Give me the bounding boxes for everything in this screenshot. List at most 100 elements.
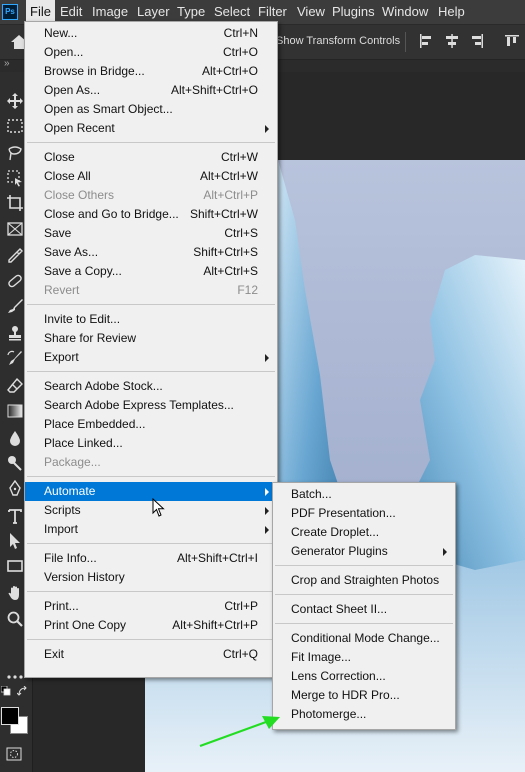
brush-icon[interactable] <box>6 297 24 315</box>
menu-item-photomerge[interactable]: Photomerge... <box>273 705 455 724</box>
type-icon[interactable] <box>6 507 24 525</box>
menu-item-create-droplet[interactable]: Create Droplet... <box>273 523 455 542</box>
zoom-icon[interactable] <box>6 610 24 628</box>
menu-item-print[interactable]: Print... Ctrl+P <box>25 597 277 616</box>
align-top-icon[interactable] <box>504 33 520 49</box>
marquee-icon[interactable] <box>6 117 24 135</box>
foreground-color-swatch[interactable] <box>1 707 19 725</box>
align-left-icon[interactable] <box>418 33 434 49</box>
align-right-icon[interactable] <box>469 33 485 49</box>
menu-item-label: Print... <box>44 599 79 613</box>
menu-item-label: Search Adobe Express Templates... <box>44 398 234 412</box>
menu-item-batch[interactable]: Batch... <box>273 485 455 504</box>
menu-item-open-recent[interactable]: Open Recent <box>25 119 277 138</box>
menu-item-conditional-mode-change[interactable]: Conditional Mode Change... <box>273 629 455 648</box>
menu-item-merge-to-hdr-pro[interactable]: Merge to HDR Pro... <box>273 686 455 705</box>
dodge-icon[interactable] <box>6 454 24 472</box>
menu-item-contact-sheet-ii[interactable]: Contact Sheet II... <box>273 600 455 619</box>
submenu-arrow-icon <box>265 125 269 133</box>
default-colors-icon[interactable] <box>1 686 11 696</box>
menu-item-search-adobe-stock[interactable]: Search Adobe Stock... <box>25 377 277 396</box>
menu-item-label: Lens Correction... <box>291 669 386 683</box>
menu-view[interactable]: View <box>293 0 329 24</box>
menu-item-place-embedded[interactable]: Place Embedded... <box>25 415 277 434</box>
menu-item-label: Version History <box>44 570 125 584</box>
menu-item-open-as[interactable]: Open As... Alt+Shift+Ctrl+O <box>25 81 277 100</box>
menu-item-open-as-smart-object[interactable]: Open as Smart Object... <box>25 100 277 119</box>
menu-item-save-a-copy[interactable]: Save a Copy... Alt+Ctrl+S <box>25 262 277 281</box>
menu-item-shortcut: Alt+Ctrl+W <box>199 169 258 183</box>
expand-chevron-icon[interactable]: » <box>4 58 10 69</box>
menu-item-close-all[interactable]: Close All Alt+Ctrl+W <box>25 167 277 186</box>
menu-help[interactable]: Help <box>434 0 469 24</box>
menu-item-pdf-presentation[interactable]: PDF Presentation... <box>273 504 455 523</box>
menu-item-label: File Info... <box>44 551 97 565</box>
menu-item-close-others: Close Others Alt+Ctrl+P <box>25 186 277 205</box>
menu-item-lens-correction[interactable]: Lens Correction... <box>273 667 455 686</box>
menu-item-label: Contact Sheet II... <box>291 602 388 616</box>
menu-item-label: Scripts <box>44 503 81 517</box>
lasso-icon[interactable] <box>6 144 24 162</box>
menu-item-save[interactable]: Save Ctrl+S <box>25 224 277 243</box>
menu-plugins[interactable]: Plugins <box>328 0 379 24</box>
menu-item-save-as[interactable]: Save As... Shift+Ctrl+S <box>25 243 277 262</box>
menu-item-print-one-copy[interactable]: Print One Copy Alt+Shift+Ctrl+P <box>25 616 277 635</box>
frame-icon[interactable] <box>6 220 24 238</box>
menu-item-search-adobe-express-templates[interactable]: Search Adobe Express Templates... <box>25 396 277 415</box>
path-select-icon[interactable] <box>6 532 24 550</box>
menu-item-package: Package... <box>25 453 277 472</box>
menu-item-close-and-go-to-bridge[interactable]: Close and Go to Bridge... Shift+Ctrl+W <box>25 205 277 224</box>
menu-item-shortcut: Shift+Ctrl+S <box>193 245 258 259</box>
menu-item-close[interactable]: Close Ctrl+W <box>25 148 277 167</box>
more-tools-icon[interactable] <box>6 668 24 686</box>
stamp-icon[interactable] <box>6 324 24 342</box>
menu-item-generator-plugins[interactable]: Generator Plugins <box>273 542 455 561</box>
hand-icon[interactable] <box>6 584 24 602</box>
menu-item-open[interactable]: Open... Ctrl+O <box>25 43 277 62</box>
menu-separator <box>27 639 275 640</box>
menu-item-shortcut: Ctrl+O <box>222 45 258 59</box>
menu-separator <box>27 142 275 143</box>
gradient-icon[interactable] <box>6 402 24 420</box>
menu-item-automate[interactable]: Automate <box>25 482 277 501</box>
menu-window[interactable]: Window <box>378 0 432 24</box>
menu-item-invite-to-edit[interactable]: Invite to Edit... <box>25 310 277 329</box>
submenu-arrow-icon <box>265 507 269 515</box>
swap-colors-icon[interactable] <box>17 686 28 697</box>
menu-item-version-history[interactable]: Version History <box>25 568 277 587</box>
align-center-icon[interactable] <box>444 33 460 49</box>
blur-icon[interactable] <box>6 429 24 447</box>
eraser-icon[interactable] <box>6 377 24 395</box>
menu-item-exit[interactable]: Exit Ctrl+Q <box>25 645 277 664</box>
rectangle-icon[interactable] <box>6 557 24 575</box>
menu-item-label: Fit Image... <box>291 650 352 664</box>
show-transform-controls-label[interactable]: Show Transform Controls <box>276 35 400 47</box>
menu-item-browse-in-bridge[interactable]: Browse in Bridge... Alt+Ctrl+O <box>25 62 277 81</box>
move-icon[interactable] <box>6 92 24 110</box>
menu-item-fit-image[interactable]: Fit Image... <box>273 648 455 667</box>
menu-item-shortcut: Alt+Ctrl+P <box>203 188 258 202</box>
history-brush-icon[interactable] <box>6 350 24 368</box>
menu-item-label: Close and Go to Bridge... <box>44 207 179 221</box>
pen-icon[interactable] <box>6 480 24 498</box>
menu-item-shortcut: Ctrl+S <box>224 226 258 240</box>
menu-item-export[interactable]: Export <box>25 348 277 367</box>
menu-item-import[interactable]: Import <box>25 520 277 539</box>
submenu-arrow-icon <box>443 548 447 556</box>
menu-item-new[interactable]: New... Ctrl+N <box>25 24 277 43</box>
healing-icon[interactable] <box>6 272 24 290</box>
menu-item-file-info[interactable]: File Info... Alt+Shift+Ctrl+I <box>25 549 277 568</box>
menu-item-place-linked[interactable]: Place Linked... <box>25 434 277 453</box>
menu-item-scripts[interactable]: Scripts <box>25 501 277 520</box>
menu-item-crop-and-straighten-photos[interactable]: Crop and Straighten Photos <box>273 571 455 590</box>
menu-item-shortcut: Ctrl+P <box>224 599 258 613</box>
eyedropper-icon[interactable] <box>6 247 24 265</box>
menu-item-share-for-review[interactable]: Share for Review <box>25 329 277 348</box>
menu-item-shortcut: Ctrl+W <box>221 150 258 164</box>
submenu-arrow-icon <box>265 354 269 362</box>
quick-mask-icon[interactable] <box>6 747 22 761</box>
menu-separator <box>275 565 453 566</box>
menu-item-label: Browse in Bridge... <box>44 64 145 78</box>
object-select-icon[interactable] <box>6 169 24 187</box>
crop-icon[interactable] <box>6 194 24 212</box>
